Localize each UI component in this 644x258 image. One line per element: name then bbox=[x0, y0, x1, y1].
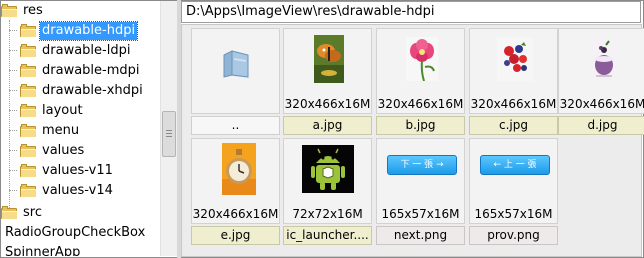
thumbnail bbox=[191, 28, 280, 114]
next-button-image: 下 一 張 → bbox=[387, 155, 457, 175]
tree-item-values-v11[interactable]: values-v11 bbox=[20, 161, 115, 181]
tree-item-drawable-xhdpi[interactable]: drawable-xhdpi bbox=[20, 81, 145, 101]
tree-item-label: drawable-hdpi bbox=[38, 20, 139, 41]
folder-icon bbox=[20, 124, 36, 137]
android-icon bbox=[302, 145, 354, 193]
thumbnail: 320x466x16M bbox=[469, 28, 558, 114]
tree-item-src[interactable]: src bbox=[1, 203, 44, 223]
tree-item-drawable-hdpi[interactable]: drawable-hdpi bbox=[20, 20, 139, 41]
tree-item-spinnerapp[interactable]: SpinnerApp bbox=[3, 243, 82, 257]
tree-guide-line bbox=[9, 70, 17, 71]
file-dimensions: 320x466x16M bbox=[377, 97, 464, 111]
tree-item-drawable-mdpi[interactable]: drawable-mdpi bbox=[20, 61, 142, 81]
folder-tree: res drawable-hdpi drawable-ldpi drawable… bbox=[1, 1, 159, 256]
file-name: .. bbox=[191, 116, 280, 135]
tree-guide-line bbox=[9, 20, 10, 210]
file-dimensions: 320x466x16M bbox=[192, 207, 279, 221]
file-name: ic_launcher.... bbox=[283, 226, 372, 245]
file-name: b.jpg bbox=[376, 116, 465, 135]
thumbnail: ← 上 一 張 165x57x16M bbox=[469, 138, 558, 224]
tree-item-label: layout bbox=[42, 102, 83, 118]
tree-guide-line bbox=[9, 110, 17, 111]
file-name: c.jpg bbox=[469, 116, 558, 135]
path-text: D:\Apps\ImageView\res\drawable-hdpi bbox=[186, 4, 435, 19]
butterfly-photo bbox=[314, 35, 344, 83]
file-dimensions: 320x466x16M bbox=[559, 97, 644, 111]
tree-guide-line bbox=[9, 90, 17, 91]
file-dimensions: 165x57x16M bbox=[474, 207, 553, 221]
folder-up-icon bbox=[223, 50, 249, 78]
thumbnail: 320x466x16M bbox=[376, 28, 465, 114]
path-field[interactable]: D:\Apps\ImageView\res\drawable-hdpi bbox=[181, 1, 641, 23]
tree-item-label: values-v14 bbox=[42, 182, 113, 198]
folder-icon bbox=[20, 164, 36, 177]
file-name: prov.png bbox=[469, 226, 558, 245]
tree-item-res[interactable]: res bbox=[1, 1, 45, 21]
tree-item-label: menu bbox=[42, 122, 80, 138]
tree-item-label: values-v11 bbox=[42, 162, 113, 178]
flower-photo bbox=[406, 37, 438, 81]
prev-button-image: ← 上 一 張 bbox=[480, 155, 550, 175]
folder-icon bbox=[20, 64, 36, 77]
tree-item-label: res bbox=[23, 2, 43, 18]
tree-item-radiogroupcheckbox[interactable]: RadioGroupCheckBox bbox=[3, 223, 147, 243]
clock-photo bbox=[222, 143, 256, 195]
folder-icon bbox=[20, 84, 36, 97]
thumbnail: 320x466x16M bbox=[558, 28, 644, 114]
file-dimensions: 72x72x16M bbox=[292, 207, 363, 221]
file-name: next.png bbox=[376, 226, 465, 245]
tree-item-menu[interactable]: menu bbox=[20, 121, 81, 141]
file-dimensions: 320x466x16M bbox=[470, 97, 557, 111]
thumbnail: 320x466x16M bbox=[283, 28, 372, 114]
tree-guide-line bbox=[9, 150, 17, 151]
tree-item-label: RadioGroupCheckBox bbox=[5, 224, 146, 240]
file-name: e.jpg bbox=[191, 226, 280, 245]
tree-item-drawable-ldpi[interactable]: drawable-ldpi bbox=[20, 41, 132, 61]
file-name: a.jpg bbox=[283, 116, 372, 135]
folder-icon bbox=[1, 206, 17, 219]
tree-guide-line bbox=[9, 130, 17, 131]
tree-item-label: SpinnerApp bbox=[5, 244, 81, 257]
thumbnail: 320x466x16M bbox=[191, 138, 280, 224]
file-name: d.jpg bbox=[558, 116, 644, 135]
tree-guide-line bbox=[9, 170, 17, 171]
thumbnail-grid: .. 320x466x16M a.jpg 320x466x16M b.jpg 3… bbox=[181, 24, 644, 257]
folder-icon bbox=[20, 184, 36, 197]
tree-item-values[interactable]: values bbox=[20, 141, 86, 161]
dessert-photo bbox=[589, 35, 619, 83]
tree-item-label: src bbox=[23, 204, 42, 220]
folder-icon bbox=[20, 104, 36, 117]
tree-guide-line bbox=[9, 30, 17, 31]
folder-icon bbox=[20, 144, 36, 157]
tree-item-values-v14[interactable]: values-v14 bbox=[20, 181, 115, 201]
folder-icon bbox=[20, 44, 36, 57]
tree-item-label: drawable-mdpi bbox=[42, 62, 140, 78]
tree-item-label: drawable-xhdpi bbox=[42, 82, 143, 98]
berries-photo bbox=[497, 37, 533, 81]
file-dimensions: 165x57x16M bbox=[381, 207, 460, 221]
tree-item-label: values bbox=[42, 142, 85, 158]
tree-item-label: drawable-ldpi bbox=[42, 42, 131, 58]
tree-guide-line bbox=[9, 50, 17, 51]
thumbnail: 下 一 張 → 165x57x16M bbox=[376, 138, 465, 224]
file-dimensions: 320x466x16M bbox=[284, 97, 371, 111]
scrollbar-thumb[interactable] bbox=[162, 111, 176, 157]
folder-icon bbox=[20, 24, 36, 37]
tree-scrollbar[interactable] bbox=[160, 1, 177, 256]
tree-guide-line bbox=[9, 190, 17, 191]
tree-item-layout[interactable]: layout bbox=[20, 101, 85, 121]
folder-icon bbox=[1, 4, 17, 17]
thumbnail: 72x72x16M bbox=[283, 138, 372, 224]
